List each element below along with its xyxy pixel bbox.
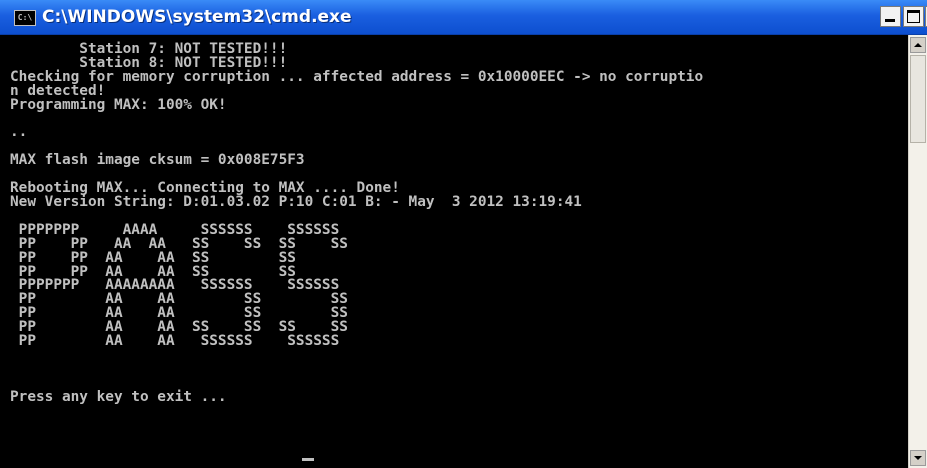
console-line: MAX flash image cksum = 0x008E75F3: [10, 152, 305, 169]
arrow-up-icon: [914, 43, 922, 47]
console-line: Programming MAX: 100% OK!: [10, 96, 227, 113]
console-line: New Version String: D:01.03.02 P:10 C:01…: [10, 193, 582, 210]
cmd-window: C:\ C:\WINDOWS\system32\cmd.exe × Statio…: [0, 0, 927, 468]
cmd-icon[interactable]: C:\: [14, 10, 36, 26]
console-line: Checking for memory corruption ... affec…: [10, 68, 704, 85]
title-bar[interactable]: C:\ C:\WINDOWS\system32\cmd.exe ×: [0, 0, 927, 35]
vertical-scrollbar[interactable]: [908, 35, 927, 468]
scroll-down-button[interactable]: [910, 450, 926, 466]
pass-banner-line: PP AA AA SSSSSS SSSSSS: [10, 333, 340, 350]
arrow-down-icon: [914, 456, 922, 460]
scroll-thumb[interactable]: [910, 55, 926, 143]
minimize-icon: [885, 19, 895, 22]
maximize-icon: [907, 10, 920, 23]
console-line: ..: [10, 124, 28, 141]
exit-prompt: Press any key to exit ...: [10, 388, 236, 405]
text-cursor: [302, 458, 314, 461]
window-title: C:\WINDOWS\system32\cmd.exe: [42, 7, 352, 27]
maximize-button[interactable]: [903, 6, 924, 27]
console-output[interactable]: Station 7: NOT TESTED!!! Station 8: NOT …: [0, 35, 908, 468]
scroll-up-button[interactable]: [910, 37, 926, 53]
minimize-button[interactable]: [880, 6, 901, 27]
console-text: Station 7: NOT TESTED!!! Station 8: NOT …: [10, 42, 704, 405]
